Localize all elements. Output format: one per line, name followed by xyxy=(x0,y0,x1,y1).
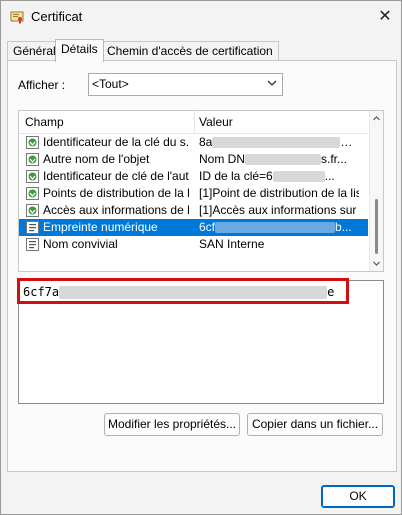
scroll-down-icon[interactable] xyxy=(372,259,381,268)
title-bar: Certificat ✕ xyxy=(1,1,401,33)
scrollbar-thumb[interactable] xyxy=(375,199,378,254)
row-value-suffix: s.fr... xyxy=(321,152,348,166)
redacted-block xyxy=(215,222,336,234)
row-value: 6cf b... xyxy=(199,219,359,236)
row-field: Points de distribution de la li... xyxy=(43,186,190,200)
certificate-dialog: Certificat ✕ Général Détails Chemin d'ac… xyxy=(0,0,402,515)
show-label: Afficher : xyxy=(18,78,66,92)
show-select-value: <Tout> xyxy=(92,77,129,91)
list-row-selected[interactable]: Empreinte numérique 6cf b... xyxy=(19,219,368,236)
row-value-prefix: 8a xyxy=(199,135,213,149)
list-row[interactable]: Nom convivial SAN Interne xyxy=(19,236,368,253)
window-title: Certificat xyxy=(31,9,83,24)
column-header-field[interactable]: Champ xyxy=(25,115,64,129)
show-select[interactable]: <Tout> xyxy=(88,73,283,96)
list-row[interactable]: Autre nom de l'objet Nom DN s.fr... xyxy=(19,151,368,168)
row-field: Autre nom de l'objet xyxy=(43,152,150,166)
close-button[interactable]: ✕ xyxy=(371,4,399,30)
certificate-field-icon xyxy=(26,221,39,234)
list-row[interactable]: Points de distribution de la li... [1]Po… xyxy=(19,185,368,202)
details-panel: Afficher : <Tout> Champ Valeur Identific… xyxy=(7,60,397,472)
thumbprint-prefix: 6cf7a xyxy=(23,285,60,299)
list-row[interactable]: Identificateur de la clé du s... 8a … xyxy=(19,134,368,151)
list-row[interactable]: Identificateur de clé de l'aut... ID de … xyxy=(19,168,368,185)
row-value-prefix: Nom DN xyxy=(199,152,246,166)
scroll-up-icon[interactable] xyxy=(372,114,381,123)
vertical-scrollbar[interactable] xyxy=(369,111,383,271)
redacted-block xyxy=(59,286,328,299)
fields-list[interactable]: Champ Valeur Identificateur de la clé du… xyxy=(18,110,384,272)
edit-properties-button[interactable]: Modifier les propriétés... xyxy=(104,413,240,436)
row-value: Nom DN s.fr... xyxy=(199,151,359,168)
row-field: Identificateur de clé de l'aut... xyxy=(43,169,190,183)
row-field: Nom convivial xyxy=(43,237,118,251)
row-value: SAN Interne xyxy=(199,237,265,251)
row-value-suffix: b... xyxy=(335,220,352,234)
certificate-extension-icon xyxy=(26,187,39,200)
tab-general[interactable]: Général xyxy=(7,41,62,61)
tab-certification-path[interactable]: Chemin d'accès de certification xyxy=(101,41,279,61)
row-value-prefix: ID de la clé=6 xyxy=(199,169,273,183)
row-value: 8a … xyxy=(199,134,359,151)
certificate-extension-icon xyxy=(26,204,39,217)
certificate-extension-icon xyxy=(26,153,39,166)
thumbprint-suffix: e xyxy=(327,285,335,299)
row-field: Identificateur de la clé du s... xyxy=(43,135,190,149)
row-value-suffix: ... xyxy=(324,169,335,183)
certificate-icon xyxy=(10,11,24,24)
column-header-value[interactable]: Valeur xyxy=(199,115,233,129)
redacted-block xyxy=(272,171,325,183)
row-value: ID de la clé=6... xyxy=(199,168,359,185)
redacted-block xyxy=(212,137,341,149)
redacted-block xyxy=(245,154,322,166)
column-divider[interactable] xyxy=(194,111,195,133)
certificate-extension-icon xyxy=(26,136,39,149)
copy-to-file-button[interactable]: Copier dans un fichier... xyxy=(247,413,383,436)
row-field: Accès aux informations de l'... xyxy=(43,203,190,217)
field-value-box[interactable]: 6cf7a e xyxy=(17,278,384,404)
row-value: [1]Accès aux informations sur ... xyxy=(199,203,359,217)
thumbprint-value[interactable]: 6cf7a e xyxy=(23,285,334,299)
ok-button[interactable]: OK xyxy=(321,485,395,508)
chevron-down-icon xyxy=(267,80,277,86)
row-value-prefix: 6cf xyxy=(199,220,216,234)
certificate-field-icon xyxy=(26,238,39,251)
row-value-suffix: … xyxy=(340,135,353,149)
close-icon[interactable]: ✕ xyxy=(378,8,391,25)
list-row[interactable]: Accès aux informations de l'... [1]Accès… xyxy=(19,202,368,219)
row-value: [1]Point de distribution de la lis... xyxy=(199,186,359,200)
row-field: Empreinte numérique xyxy=(43,220,158,234)
list-rows: Identificateur de la clé du s... 8a … Aut… xyxy=(19,134,368,253)
certificate-extension-icon xyxy=(26,170,39,183)
list-header: Champ Valeur xyxy=(19,111,368,134)
tab-details[interactable]: Détails xyxy=(55,39,104,62)
